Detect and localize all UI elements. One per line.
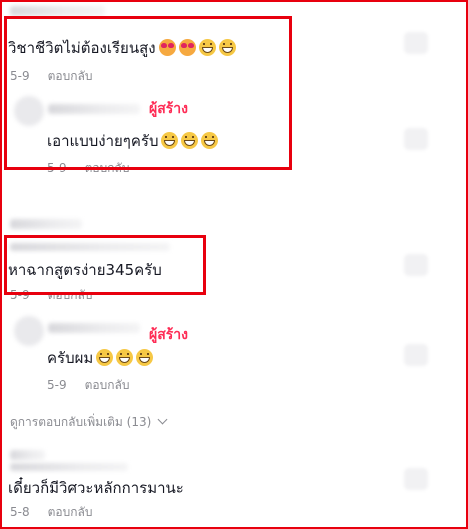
reply-button[interactable]: ตอบกลับ (48, 69, 93, 83)
blurred-username (10, 219, 82, 229)
comment-date: 5-9 (10, 288, 30, 302)
love-face-icon (158, 39, 176, 56)
comment-text: หาฉากสูตรง่าย345ครับ (8, 261, 162, 279)
grin-face-icon (116, 349, 134, 366)
comment-text: เดี๋ยวก็มีวิศวะหลักการมานะ (8, 479, 184, 497)
blurred-username (10, 243, 170, 251)
comment-text: ครับผม (47, 348, 154, 368)
grin-face-icon (218, 39, 236, 56)
grin-face-icon (96, 349, 114, 366)
avatar (14, 96, 44, 126)
blurred-username (48, 323, 140, 333)
grin-face-icon (136, 349, 154, 366)
grin-face-icon (161, 132, 179, 149)
comment-date: 5-9 (47, 378, 67, 392)
reply-button[interactable]: ตอบกลับ (85, 161, 130, 175)
comment-meta: 5-9 ตอบกลับ (10, 287, 92, 303)
reply-button[interactable]: ตอบกลับ (48, 288, 93, 302)
comment-text: วิชาชีวิตไม่ต้องเรียนสูง (8, 38, 236, 58)
like-icon[interactable] (404, 128, 428, 150)
like-icon[interactable] (404, 468, 428, 490)
comment-meta: 5-9 ตอบกลับ (10, 68, 92, 84)
blurred-username (10, 463, 128, 471)
like-icon[interactable] (404, 344, 428, 366)
comment-date: 5-9 (10, 69, 30, 83)
grin-face-icon (198, 39, 216, 56)
reply-button[interactable]: ตอบกลับ (85, 378, 130, 392)
comment-date: 5-8 (10, 505, 30, 519)
creator-badge: ผู้สร้าง (149, 327, 188, 343)
comment-meta: 5-9 ตอบกลับ (47, 377, 129, 393)
blurred-username (10, 6, 105, 16)
avatar (14, 316, 44, 346)
comment-meta: 5-8 ตอบกลับ (10, 504, 92, 520)
blurred-username (48, 104, 140, 114)
comment-meta: 5-9 ตอบกลับ (47, 160, 129, 176)
like-icon[interactable] (404, 254, 428, 276)
blurred-username (10, 450, 45, 460)
love-face-icon (178, 39, 196, 56)
view-more-replies-button[interactable]: ดูการตอบกลับเพิ่มเติม (13) (10, 414, 168, 430)
chevron-down-icon (157, 414, 168, 425)
reply-button[interactable]: ตอบกลับ (48, 505, 93, 519)
comment-date: 5-9 (47, 161, 67, 175)
like-icon[interactable] (404, 32, 428, 54)
grin-face-icon (201, 132, 219, 149)
comment-text: เอาแบบง่ายๆครับ (47, 131, 219, 151)
creator-badge: ผู้สร้าง (149, 101, 188, 117)
grin-face-icon (181, 132, 199, 149)
